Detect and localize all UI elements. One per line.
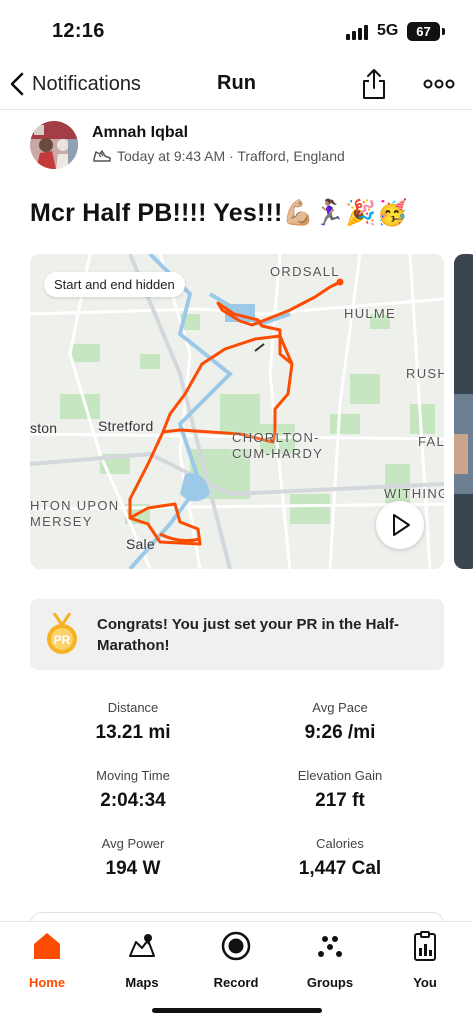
stat-value: 2:04:34 — [100, 790, 166, 811]
stat-avg-power: Avg Power 194 W — [33, 836, 233, 880]
stat-value: 217 ft — [315, 790, 365, 811]
home-icon — [34, 933, 60, 959]
tab-label: Groups — [306, 975, 354, 990]
avatar[interactable] — [30, 121, 78, 169]
groups-icon — [318, 936, 342, 957]
start-end-hidden-label: Start and end hidden — [44, 272, 185, 297]
status-bar: 12:16 5G 67 — [0, 0, 473, 58]
stat-label: Moving Time — [96, 768, 170, 783]
stat-value: 194 W — [105, 858, 161, 879]
map-label-ordsall: ORDSALL — [270, 264, 340, 279]
share-icon — [363, 69, 385, 99]
stat-label: Distance — [107, 700, 159, 715]
play-icon — [393, 514, 410, 536]
stat-label: Elevation Gain — [297, 768, 383, 783]
stat-avg-pace: Avg Pace 9:26 /mi — [240, 700, 440, 744]
map-label-mersey: MERSEY — [30, 514, 93, 529]
tab-label: Record — [213, 975, 259, 990]
play-flyover-button[interactable] — [376, 501, 424, 549]
stat-distance: Distance 13.21 mi — [33, 700, 233, 744]
battery-icon: 67 — [407, 22, 440, 41]
map-label-stretford: Stretford — [98, 418, 154, 434]
athlete-name[interactable]: Amnah Iqbal — [92, 124, 188, 142]
stat-value: 9:26 /mi — [304, 722, 376, 743]
stat-value: 1,447 Cal — [298, 858, 382, 879]
tab-label: You — [413, 975, 437, 990]
stat-label: Avg Power — [101, 836, 165, 851]
activity-meta: Today at 9:43 AM · Trafford, England — [92, 148, 345, 164]
stat-label: Calories — [316, 836, 364, 851]
pr-message: Congrats! You just set your PR in the Ha… — [97, 616, 399, 654]
tab-record[interactable]: Record — [201, 930, 271, 990]
stat-calories: Calories 1,447 Cal — [240, 836, 440, 880]
tab-groups[interactable]: Groups — [295, 930, 365, 990]
map-label-sale: Sale — [126, 536, 155, 552]
pr-badge-text: PR — [54, 633, 71, 647]
tab-you[interactable]: You — [390, 930, 460, 990]
map-label-upon: HTON UPON — [30, 498, 120, 513]
battery-cap — [442, 28, 445, 35]
tab-label: Home — [28, 975, 66, 990]
map-label-hulme: HULME — [344, 306, 397, 321]
next-photo-peek[interactable] — [454, 254, 473, 569]
map-label-ston: ston — [30, 420, 58, 436]
share-button[interactable] — [360, 68, 388, 100]
map-label-rush: RUSH — [406, 366, 444, 381]
back-label: Notifications — [32, 72, 141, 95]
medal-icon: PR — [47, 613, 77, 654]
signal-icon — [346, 24, 370, 40]
chevron-left-icon — [10, 72, 24, 96]
home-indicator — [152, 1008, 322, 1013]
stat-moving-time: Moving Time 2:04:34 — [33, 768, 233, 812]
network-type: 5G — [377, 22, 399, 39]
map-label-withing: WITHING — [384, 486, 444, 501]
maps-icon — [129, 934, 155, 957]
status-time: 12:16 — [52, 20, 105, 42]
stat-elevation-gain: Elevation Gain 217 ft — [240, 768, 440, 812]
tab-home[interactable]: Home — [12, 930, 82, 990]
record-icon — [221, 931, 251, 961]
tab-maps[interactable]: Maps — [107, 930, 177, 990]
map-label-chorlton: CHORLTON- — [232, 430, 320, 445]
map-label-fal: FAL — [418, 434, 444, 449]
activity-title: Mcr Half PB!!!! Yes!!!💪🏼🏃🏽‍♀️🎉🥳 — [30, 199, 408, 227]
more-options-button[interactable] — [423, 74, 455, 94]
map-label-cum-hardy: CUM-HARDY — [232, 446, 324, 461]
pr-banner[interactable]: PR Congrats! You just set your PR in the… — [30, 599, 444, 670]
activity-meta-text: Today at 9:43 AM · Trafford, England — [117, 148, 345, 164]
shoe-icon — [93, 150, 111, 162]
tab-label: Maps — [125, 975, 159, 990]
nav-bar: Notifications Run — [0, 58, 473, 110]
back-button[interactable]: Notifications — [8, 68, 141, 100]
stat-label: Avg Pace — [312, 700, 368, 715]
more-dots-icon — [423, 79, 455, 89]
you-icon — [414, 931, 436, 961]
stat-value: 13.21 mi — [95, 722, 171, 743]
route-map[interactable]: ORDSALL HULME RUSH ston Stretford CHORLT… — [30, 254, 444, 569]
